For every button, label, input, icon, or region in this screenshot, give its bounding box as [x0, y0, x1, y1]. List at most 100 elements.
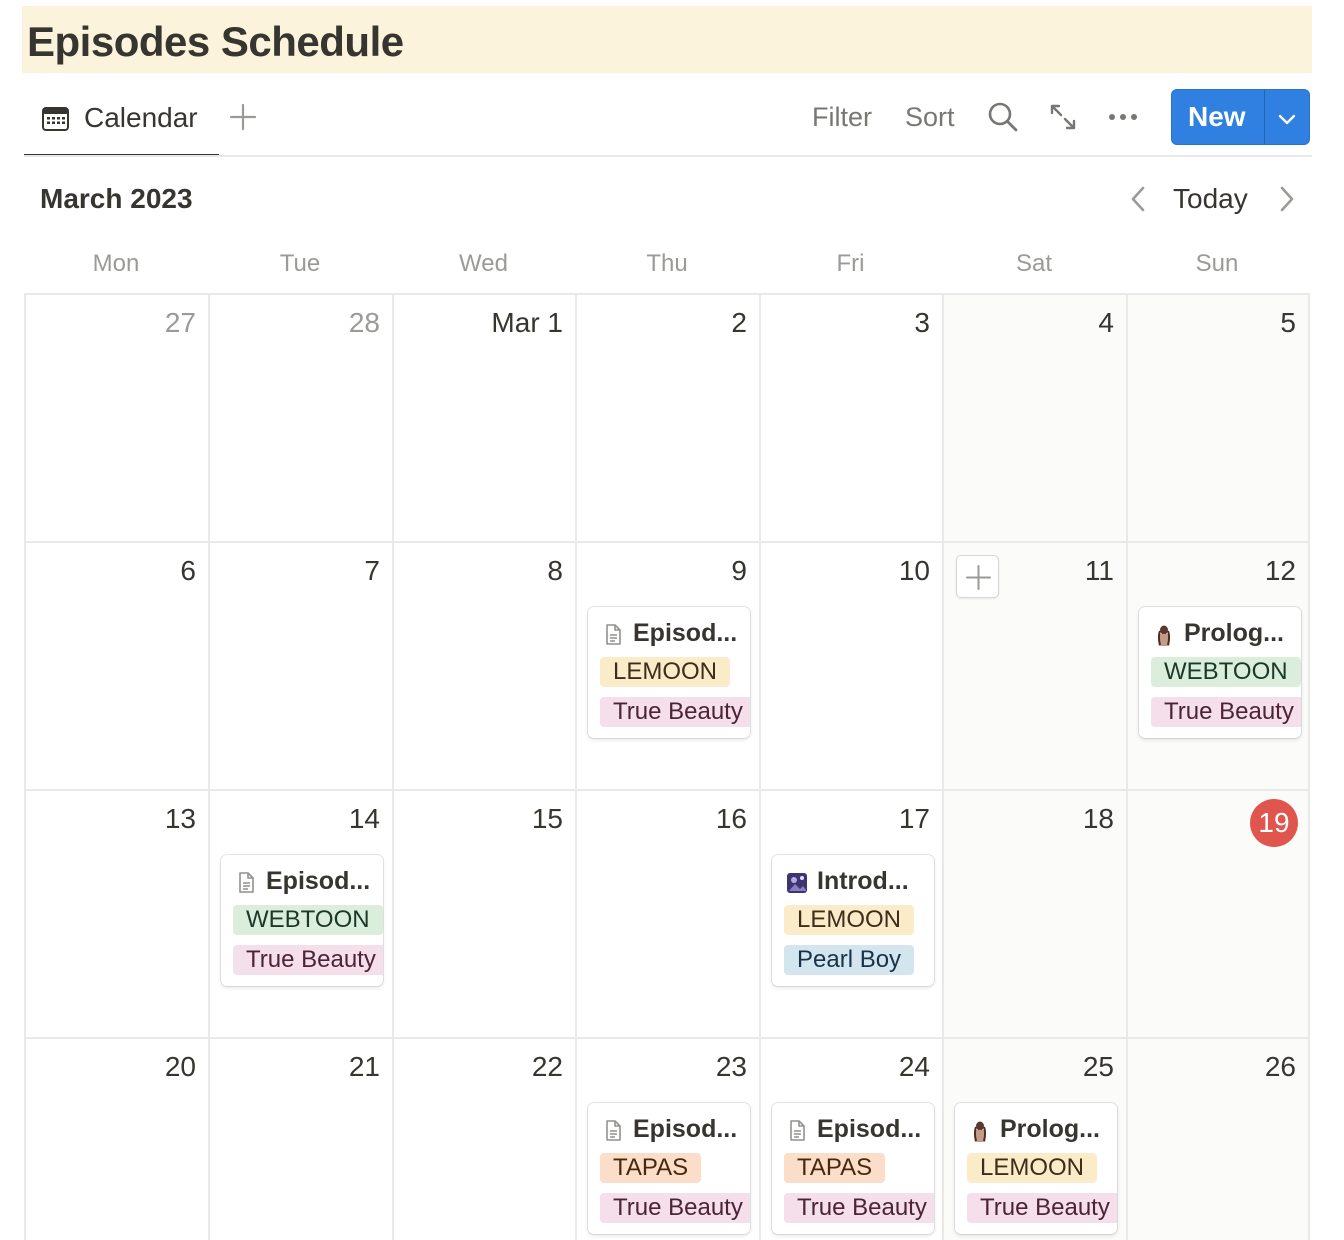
event-tag: WEBTOON — [1151, 657, 1301, 687]
day-number: 5 — [1280, 307, 1296, 338]
event-card[interactable]: Episod... TAPAS True Beauty — [588, 1103, 750, 1234]
calendar-day-cell[interactable]: 23 Episod... TAPAS True Beauty — [577, 1039, 761, 1240]
character-avatar-icon — [969, 1119, 991, 1143]
event-card[interactable]: Episod... LEMOON True Beauty — [588, 607, 750, 738]
today-date-badge: 19 — [1250, 799, 1298, 847]
day-number: 20 — [164, 1051, 196, 1082]
event-card[interactable]: Episod... WEBTOON True Beauty — [221, 855, 383, 986]
day-number: 28 — [348, 307, 380, 338]
calendar-day-cell[interactable]: 5 — [1128, 295, 1310, 543]
event-tag: True Beauty — [600, 697, 750, 727]
weekday-label: Mon — [92, 250, 140, 277]
weekday-label: Thu — [646, 250, 688, 277]
calendar-day-cell[interactable]: 10 — [761, 543, 944, 791]
calendar-day-cell[interactable]: 22 — [394, 1039, 577, 1240]
event-tag: True Beauty — [600, 1193, 750, 1223]
sort-button[interactable]: Sort — [905, 102, 955, 133]
calendar-day-cell[interactable]: 15 — [394, 791, 577, 1039]
page-title[interactable]: Episodes Schedule — [27, 18, 404, 66]
event-tag: TAPAS — [600, 1153, 702, 1183]
tab-calendar[interactable]: Calendar — [24, 86, 219, 157]
event-title: Episod... — [266, 867, 371, 895]
calendar-day-cell[interactable]: 4 — [944, 295, 1128, 543]
tabs-divider — [24, 155, 1312, 157]
calendar-day-cell[interactable]: 7 — [210, 543, 394, 791]
new-button-label: New — [1188, 101, 1246, 132]
chevron-down-icon[interactable] — [1276, 108, 1298, 130]
add-event-button[interactable] — [956, 555, 999, 598]
today-button[interactable]: Today — [1173, 183, 1248, 215]
event-tag: TAPAS — [784, 1153, 886, 1183]
calendar-icon — [42, 107, 69, 131]
calendar-day-cell[interactable]: 6 — [26, 543, 210, 791]
day-number: 8 — [547, 555, 563, 586]
day-number: 25 — [1082, 1051, 1114, 1082]
calendar-day-cell[interactable]: 3 — [761, 295, 944, 543]
calendar-day-cell[interactable]: 18 — [944, 791, 1128, 1039]
event-card[interactable]: Introd... LEMOON Pearl Boy — [772, 855, 934, 986]
search-icon[interactable] — [986, 100, 1020, 134]
calendar-day-cell[interactable]: 24 Episod... TAPAS True Beauty — [761, 1039, 944, 1240]
day-number: 12 — [1264, 555, 1296, 586]
calendar-day-cell[interactable]: 19 — [1128, 791, 1310, 1039]
day-number: 9 — [731, 555, 747, 586]
calendar-day-cell[interactable]: 14 Episod... WEBTOON True Beauty — [210, 791, 394, 1039]
event-tag: True Beauty — [967, 1193, 1117, 1223]
event-title: Episod... — [633, 619, 738, 647]
event-tag: True Beauty — [784, 1193, 934, 1223]
day-number: 3 — [914, 307, 930, 338]
event-card[interactable]: Prolog... LEMOON True Beauty — [955, 1103, 1117, 1234]
chevron-right-icon[interactable] — [1273, 182, 1301, 216]
calendar-day-cell[interactable]: 11 — [944, 543, 1128, 791]
day-number: 23 — [715, 1051, 747, 1082]
filter-button[interactable]: Filter — [812, 102, 872, 133]
event-tag: Pearl Boy — [784, 945, 915, 975]
calendar-day-cell[interactable]: 17 Introd... LEMOON Pearl Boy — [761, 791, 944, 1039]
document-icon — [602, 623, 624, 647]
weekday-label: Sun — [1195, 250, 1239, 277]
expand-icon[interactable] — [1046, 100, 1080, 134]
day-number: 2 — [731, 307, 747, 338]
calendar-day-cell[interactable]: 20 — [26, 1039, 210, 1240]
day-number: 7 — [364, 555, 380, 586]
day-number: 18 — [1082, 803, 1114, 834]
weekday-label: Wed — [459, 250, 508, 277]
calendar-day-cell[interactable]: 16 — [577, 791, 761, 1039]
chevron-left-icon[interactable] — [1124, 182, 1152, 216]
month-label: March 2023 — [40, 183, 193, 214]
calendar-day-cell[interactable]: 8 — [394, 543, 577, 791]
plus-icon — [966, 565, 991, 590]
calendar-grid: 27 28 Mar 1 2 3 4 5 6 7 8 9 Episod... LEMOON True Bea… — [24, 293, 1310, 1240]
more-options-icon[interactable] — [1106, 100, 1140, 134]
calendar-day-cell[interactable]: 9 Episod... LEMOON True Beauty — [577, 543, 761, 791]
event-title: Prolog... — [1000, 1115, 1100, 1143]
calendar-day-cell[interactable]: 26 — [1128, 1039, 1310, 1240]
calendar-day-cell[interactable]: 21 — [210, 1039, 394, 1240]
calendar-day-cell[interactable]: 25 Prolog... LEMOON True Beauty — [944, 1039, 1128, 1240]
event-title: Prolog... — [1184, 619, 1284, 647]
event-card[interactable]: Prolog... WEBTOON True Beauty — [1139, 607, 1301, 738]
day-number: Mar 1 — [491, 307, 563, 338]
event-title: Episod... — [633, 1115, 738, 1143]
day-number: 22 — [531, 1051, 563, 1082]
document-icon — [602, 1119, 624, 1143]
event-tag: True Beauty — [233, 945, 383, 975]
event-card[interactable]: Episod... TAPAS True Beauty — [772, 1103, 934, 1234]
character-avatar-icon — [1153, 623, 1175, 647]
add-view-icon[interactable] — [228, 102, 258, 132]
document-icon — [235, 871, 257, 895]
calendar-day-cell[interactable]: 12 Prolog... WEBTOON True Beauty — [1128, 543, 1310, 791]
day-number: 10 — [898, 555, 930, 586]
day-number: 13 — [164, 803, 196, 834]
event-tag: LEMOON — [967, 1153, 1098, 1183]
event-title: Episod... — [817, 1115, 922, 1143]
calendar-day-cell[interactable]: 28 — [210, 295, 394, 543]
weekday-label: Fri — [836, 250, 865, 277]
calendar-day-cell[interactable]: 2 — [577, 295, 761, 543]
day-number: 21 — [348, 1051, 380, 1082]
calendar-day-cell[interactable]: Mar 1 — [394, 295, 577, 543]
day-number: 24 — [898, 1051, 930, 1082]
new-button[interactable]: New — [1171, 89, 1310, 145]
calendar-day-cell[interactable]: 13 — [26, 791, 210, 1039]
calendar-day-cell[interactable]: 27 — [26, 295, 210, 543]
